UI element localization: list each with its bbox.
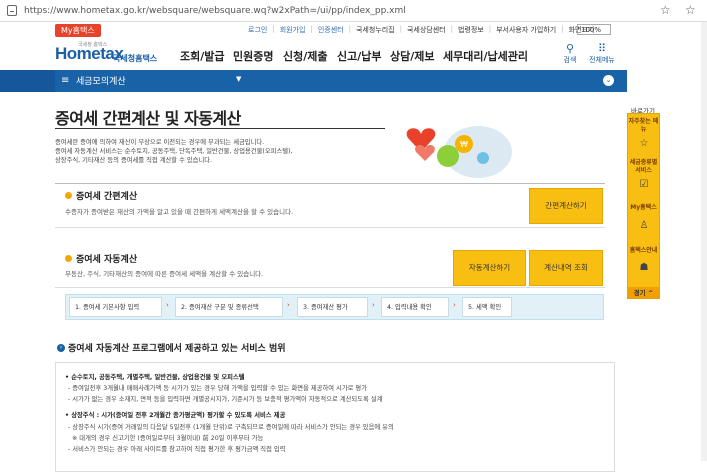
intro-line-2: 증여세 자동계산 서비스는 순수토지, 공동주택, 단독주택, 일반건물, 상업…	[55, 148, 293, 155]
search-label: 검색	[563, 56, 577, 64]
nav-current-menu[interactable]: 세금모의계산	[76, 74, 126, 87]
util-link[interactable]: 법령정보	[458, 25, 484, 35]
step-5: 5. 세액 확인	[468, 304, 502, 311]
simple-calc-desc: 수증자가 증여받은 재산의 가액을 알고 있을 때 간편하게 세액계산을 할 수…	[65, 208, 294, 216]
arrow-right-icon: ›	[372, 301, 375, 309]
chevron-down-icon[interactable]: ▼	[236, 75, 241, 83]
service-line: - 시가가 없는 경우 소재지, 면적 등을 입력하면 개별공시지가, 기준시가…	[68, 396, 383, 403]
bullet-icon	[65, 255, 72, 262]
auto-calc-button[interactable]: 자동계산하기	[453, 250, 526, 286]
check-icon: ☑	[639, 179, 649, 190]
intro-line-1: 증여세란 증여에 의하여 재산이 무상으로 이전되는 경우에 부과되는 세금입니…	[55, 139, 265, 146]
search-icon: ⚲	[565, 42, 575, 55]
gnb-item-counsel[interactable]: 상담/제보	[390, 48, 435, 64]
service-scope-title: 증여세 자동계산 프로그램에서 제공하고 있는 서비스 범위	[68, 344, 286, 354]
util-separator: |	[348, 25, 351, 33]
util-link[interactable]: 인증센터	[318, 25, 344, 35]
all-menu-button[interactable]: ⠿ 전체메뉴	[586, 43, 618, 65]
util-separator: |	[488, 25, 492, 33]
util-link[interactable]: 국세상담센터	[407, 25, 446, 35]
service-line: • 상장주식 : 시가(증여일 전후 2개월간 종가평균액) 평가할 수 있도록…	[65, 412, 286, 419]
info-circle-icon: ›	[57, 344, 65, 352]
quick-item-guide[interactable]: 홈택스안내	[627, 247, 660, 255]
all-menu-label: 전체메뉴	[589, 56, 615, 64]
simple-calc-title: 증여세 간편계산	[76, 192, 138, 202]
auto-calc-desc: 부동산, 주식, 기타재산의 증여에 따른 증여세 세액을 계산할 수 있습니다…	[65, 270, 264, 278]
browser-address-bar: https://www.hometax.go.kr/websquare/webs…	[0, 0, 707, 22]
lock-icon	[7, 5, 17, 16]
gnb-item-certificate[interactable]: 민원증명	[233, 48, 273, 64]
info-icon: ☗	[639, 262, 649, 273]
simple-calc-button[interactable]: 간편계산하기	[529, 188, 603, 224]
star-icon: ☆	[639, 138, 649, 149]
arrow-right-icon: ›	[287, 301, 290, 309]
vertical-scrollbar[interactable]	[701, 22, 707, 461]
quick-item-my-hometax[interactable]: My홈택스	[627, 204, 660, 212]
gnb-item-agent[interactable]: 세무대리/납세관리	[443, 48, 528, 64]
service-line: ※ 대개의 경우 신고기한 (증여일로부터 3월이내) 前 20일 이후부터 가…	[72, 435, 264, 442]
svg-text:₩: ₩	[460, 140, 468, 149]
step-4: 4. 입력내용 확인	[387, 304, 432, 311]
bullet-icon	[65, 192, 72, 199]
service-line: - 서비스가 안되는 경우 아래 사이트를 참고하여 직접 평가한 후 평가금액…	[68, 446, 286, 453]
quick-item-tax-services[interactable]: 세금종류별 서비스	[627, 159, 660, 175]
service-line: - 증여일전후 3개월내 매매사례가액 등 시가가 있는 경우 당해 가액을 입…	[68, 385, 367, 392]
util-link[interactable]: 회원가입	[280, 25, 306, 35]
grid-icon: ⠿	[597, 42, 607, 55]
service-line: - 상장주식 시가(증여 거래일의 다음달 5일전후 (1개월 단위)로 구축되…	[68, 424, 394, 431]
logo-subtitle: 국세청홈택스	[113, 54, 158, 63]
service-line: • 순수토지, 공동주택, 개별주택, 일반건물, 상업용건물 및 오피스텔	[65, 374, 245, 381]
zoom-select[interactable]: 100%	[577, 24, 611, 35]
step-3: 3. 증여재산 평가	[303, 304, 348, 311]
page-title: 증여세 간편계산 및 자동계산	[55, 109, 241, 128]
quick-item-favorites[interactable]: 자주찾는 메뉴	[627, 118, 660, 134]
arrow-right-icon: ›	[166, 301, 169, 309]
favorites-icon[interactable]: ☆	[685, 3, 696, 17]
arrow-right-icon: ›	[453, 301, 456, 309]
quick-top-button[interactable]: 경기 ^	[627, 287, 660, 299]
hamburger-icon[interactable]: ≡	[61, 75, 69, 86]
navbar-left-block	[0, 70, 55, 92]
util-separator: |	[310, 25, 313, 33]
gnb-item-filing[interactable]: 신고/납부	[337, 48, 382, 64]
util-link[interactable]: 로그인	[248, 25, 267, 35]
gnb-item-inquiry[interactable]: 조회/발급	[180, 48, 225, 64]
util-separator: |	[450, 25, 453, 33]
header-search-button[interactable]: ⚲ 검색	[561, 43, 579, 65]
util-separator: |	[272, 25, 275, 33]
nav-expand-icon[interactable]: ⌄	[603, 75, 614, 86]
util-separator: |	[561, 25, 564, 33]
gnb-item-application[interactable]: 신청/제출	[283, 48, 328, 64]
intro-line-3: 상장주식, 기타재산 등의 증여세를 직접 계산할 수 있습니다.	[55, 157, 213, 164]
my-hometax-button[interactable]: My홈택스	[55, 24, 101, 37]
url-text[interactable]: https://www.hometax.go.kr/websquare/webs…	[24, 6, 406, 16]
calc-history-button[interactable]: 계산내역 조회	[529, 250, 603, 286]
step-2: 2. 증여재산 구분 및 종류선택	[181, 304, 259, 311]
auto-calc-title: 증여세 자동계산	[76, 255, 138, 265]
tax-illustration: ₩	[406, 126, 512, 178]
sub-navigation-bar	[55, 70, 627, 92]
util-link[interactable]: 국세청누리집	[356, 25, 395, 35]
step-1: 1. 증여세 기본사항 입력	[75, 304, 140, 311]
bookmark-star-icon[interactable]: ☆	[660, 3, 671, 17]
util-link[interactable]: 부서사용자 가입하기	[496, 25, 556, 35]
title-divider	[55, 128, 385, 129]
util-separator: |	[399, 25, 402, 33]
utility-links: 로그인 | 회원가입 | 인증센터 | 국세청누리집 | 국세상담센터 | 법령정보 | 부서사용자 가…	[248, 25, 594, 35]
user-icon: ♙	[639, 220, 649, 231]
